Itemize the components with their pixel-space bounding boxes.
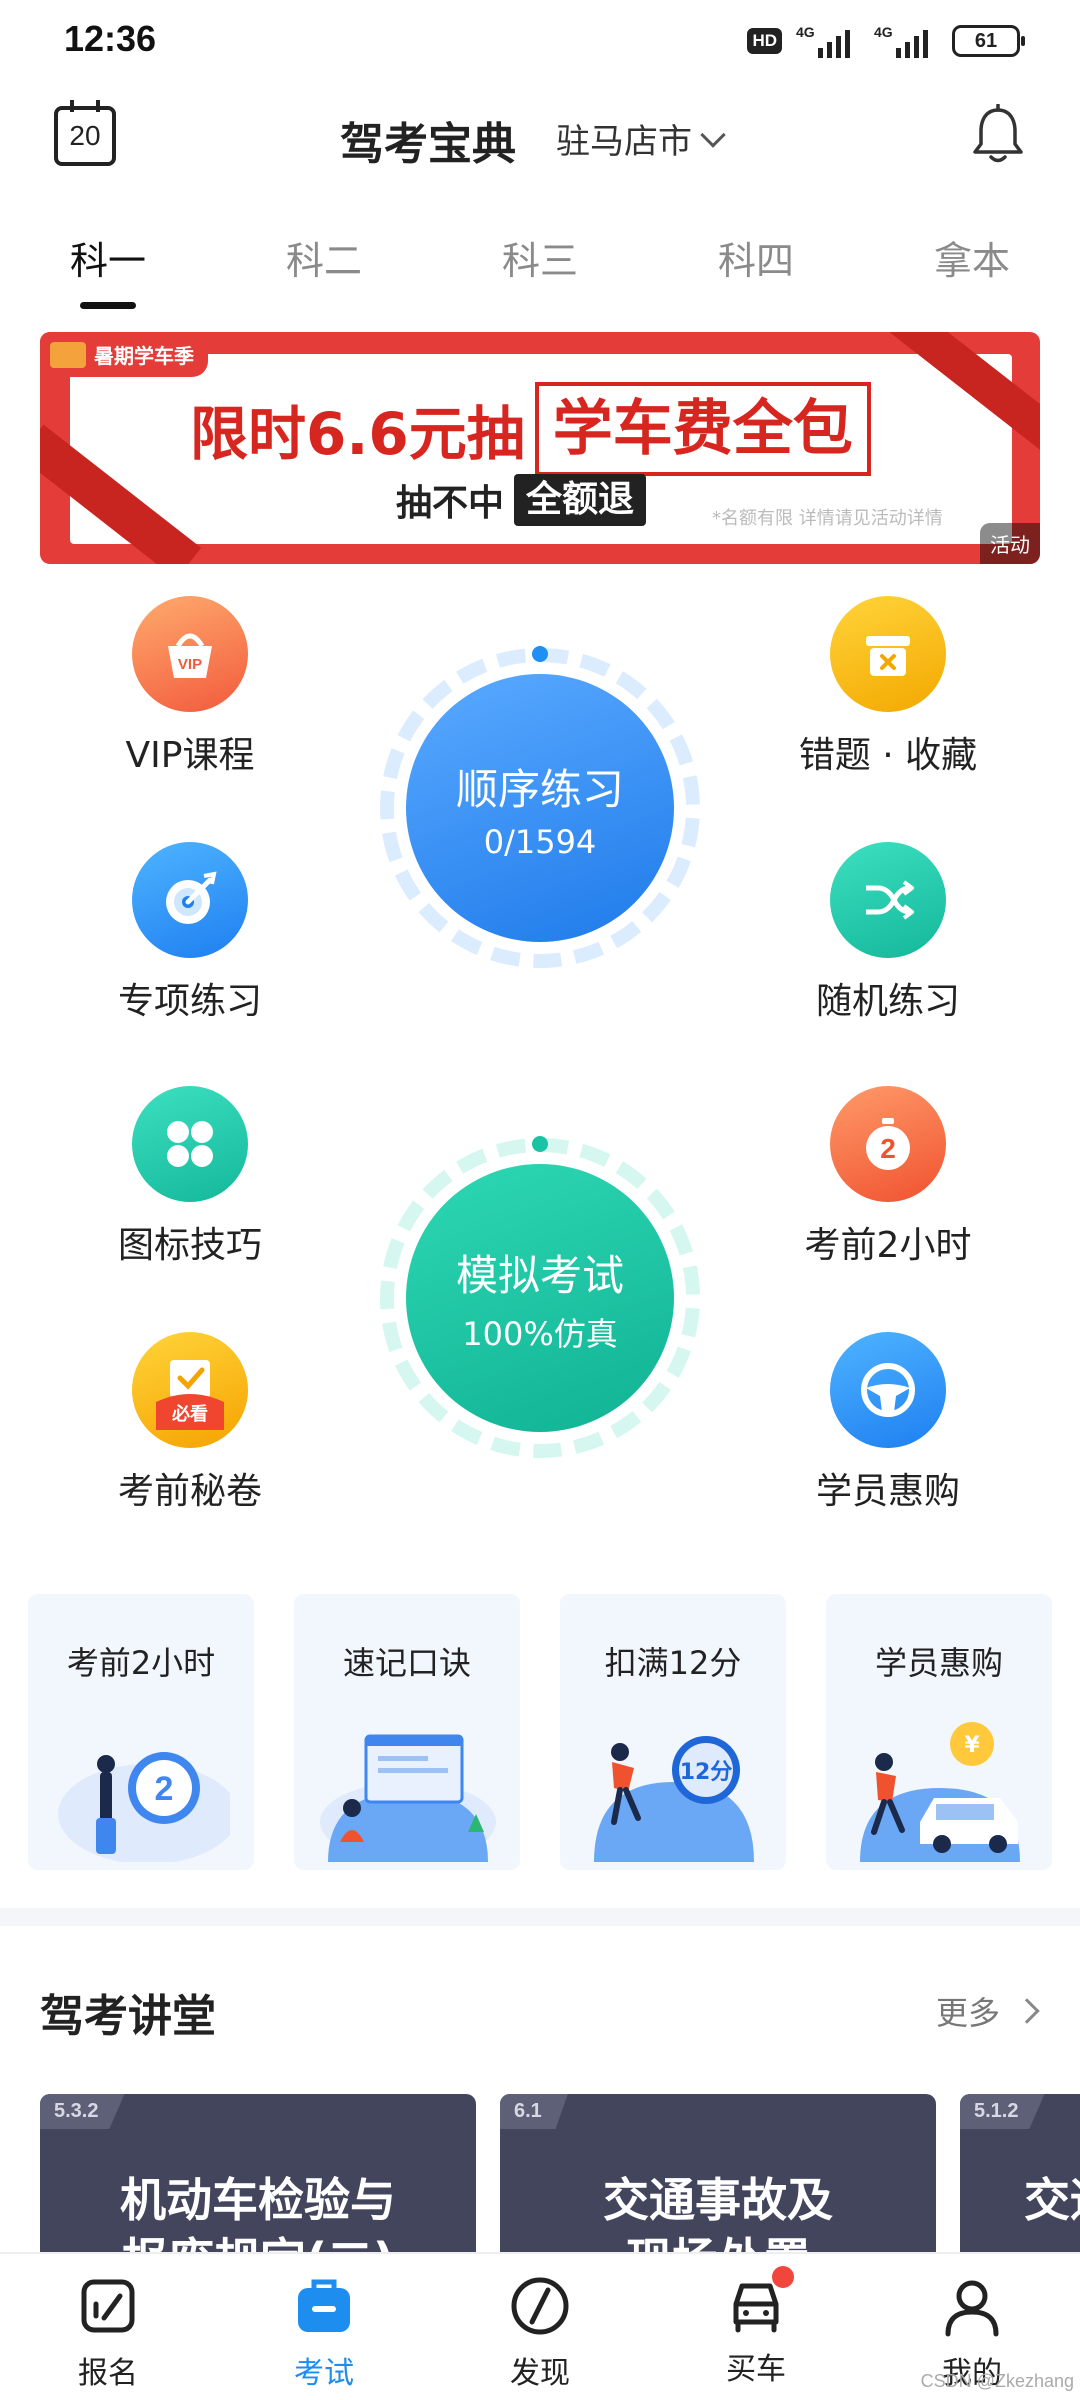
app-header: 20 驾考宝典 驻马店市 [0,90,1080,180]
status-icons: HD 4G 4G 61 [747,22,1025,60]
activity-badge: 活动 [980,523,1040,564]
banner-lead: 限时6.6元抽 [190,400,525,468]
vip-basket-icon: VIP [132,596,248,712]
practice-title: 顺序练习 [455,764,624,814]
chevron-right-icon [1014,1998,1040,2024]
two-hours-before-exam[interactable]: 2 考前2小时 [778,1086,998,1268]
signup-icon [81,2279,135,2333]
banner-highlight: 学车费全包 [534,382,871,476]
nav-buy-car[interactable]: 买车 [686,2266,826,2388]
subject-tabs: 科一 科二 科三 科四 拿本 [0,222,1080,312]
practice-progress: 0/1594 [483,822,597,861]
signal-icon: 4G [796,24,860,58]
icon-tips[interactable]: 图标技巧 [80,1086,300,1268]
exam-title: 模拟考试 [455,1250,624,1300]
student-purchase[interactable]: 学员惠购 [778,1332,998,1514]
stopwatch-illustration: 2 [58,1752,230,1862]
tab-indicator [80,302,136,309]
svg-text:必看: 必看 [171,1403,208,1425]
city-selector[interactable]: 驻马店市 [556,114,726,163]
banner-subline: 抽不中 全额退 [396,474,647,526]
exam-subtitle: 100%仿真 [462,1314,618,1353]
bell-icon[interactable] [970,104,1026,166]
nav-exam[interactable]: 考试 [254,2274,394,2392]
signal-icon-2: 4G [874,24,938,58]
tab-subject-1[interactable]: 科一 [38,230,178,285]
sequential-practice-button[interactable]: 顺序练习 0/1594 [380,646,700,968]
progress-dot [532,646,548,662]
battery-icon: 61 [952,25,1025,57]
tab-subject-4[interactable]: 科四 [686,230,826,285]
special-practice[interactable]: 专项练习 [80,842,300,1024]
shuffle-icon [830,842,946,958]
city-label: 驻马店市 [556,122,692,162]
board-illustration [320,1734,496,1862]
four-dots-icon [132,1086,248,1202]
stopwatch-icon: 2 [830,1086,946,1202]
svg-text:VIP: VIP [178,656,202,673]
lecture-badge: 5.3.2 [40,2094,125,2129]
banner-sub-highlight: 全额退 [514,474,647,526]
tab-subject-2[interactable]: 科二 [254,230,394,285]
app-title: 驾考宝典 [340,119,516,170]
lecture-card[interactable]: 5.3.2 机动车检验与 报废规定(二) [40,2094,476,2264]
exam-icon [298,2279,350,2332]
banner-note: *名额有限 详情请见活动详情 [712,508,943,529]
practice-core: 顺序练习 0/1594 [406,674,674,942]
discover-icon [511,2277,569,2335]
car-icon-wrap [724,2266,794,2338]
more-link[interactable]: 更多 [936,1988,1040,2034]
tab-subject-3[interactable]: 科三 [470,230,610,285]
tag-logo-icon [50,341,86,368]
lecture-title: 交通 [1024,2173,1080,2227]
random-practice[interactable]: 随机练习 [778,842,998,1024]
nav-signup[interactable]: 报名 [38,2274,178,2392]
lecture-title: 机动车检验与 报废规定(二) [120,2173,396,2264]
secret-paper-icon: 必看 [132,1332,248,1448]
chevron-down-icon [700,121,726,148]
svg-text:12分: 12分 [680,1760,733,1785]
promo-banner[interactable]: 暑期学车季 限时6.6元抽 学车费全包 抽不中 全额退 *名额有限 详情请见活动… [40,332,1040,564]
status-bar: 12:36 HD 4G 4G 61 [0,0,1080,80]
tab-get-license[interactable]: 拿本 [902,230,1042,285]
banner-tag: 暑期学车季 [40,332,208,377]
card-twelve-points[interactable]: 扣满12分 12分 [560,1594,786,1870]
lecture-section-title: 驾考讲堂 [40,1991,216,2042]
exam-dot [532,1136,548,1152]
vip-course[interactable]: VIP VIP课程 [80,596,300,778]
calendar-icon[interactable]: 20 [54,100,116,166]
wrong-questions-favorites[interactable]: 错题 · 收藏 [778,596,998,778]
lecture-badge: 5.1.2 [960,2094,1045,2129]
watermark: CSDN @Zkezhang [920,2371,1074,2391]
svg-text:2: 2 [155,1770,174,1808]
lecture-badge: 6.1 [500,2094,568,2129]
section-divider [0,1908,1080,1926]
svg-text:¥: ¥ [964,1733,980,1758]
target-icon [132,842,248,958]
svg-text:2: 2 [880,1133,896,1164]
notification-dot [772,2266,794,2288]
steering-wheel-icon [830,1332,946,1448]
hd-icon: HD [747,28,782,54]
lecture-card[interactable]: 6.1 交通事故及 现场处置 [500,2094,936,2264]
profile-icon [945,2280,999,2337]
banner-headline: 限时6.6元抽 学车费全包 [190,382,871,476]
lecture-title: 交通事故及 现场处置 [603,2173,833,2264]
secret-paper[interactable]: 必看 考前秘卷 [80,1332,300,1514]
mock-exam-button[interactable]: 模拟考试 100%仿真 [380,1136,700,1458]
penalty-illustration: 12分 [594,1736,754,1862]
car-coin-illustration: ¥ [860,1722,1020,1862]
card-student-purchase[interactable]: 学员惠购 ¥ [826,1594,1052,1870]
nav-discover[interactable]: 发现 [470,2274,610,2392]
wrong-box-icon [830,596,946,712]
exam-core: 模拟考试 100%仿真 [406,1164,674,1432]
lecture-card[interactable]: 5.1.2 交通 [960,2094,1080,2264]
card-mnemonics[interactable]: 速记口诀 [294,1594,520,1870]
bottom-nav: 报名 考试 发现 买车 我的 CSDN @Zkezhang [0,2252,1080,2400]
status-time: 12:36 [64,18,157,59]
card-two-hours[interactable]: 考前2小时 2 [28,1594,254,1870]
